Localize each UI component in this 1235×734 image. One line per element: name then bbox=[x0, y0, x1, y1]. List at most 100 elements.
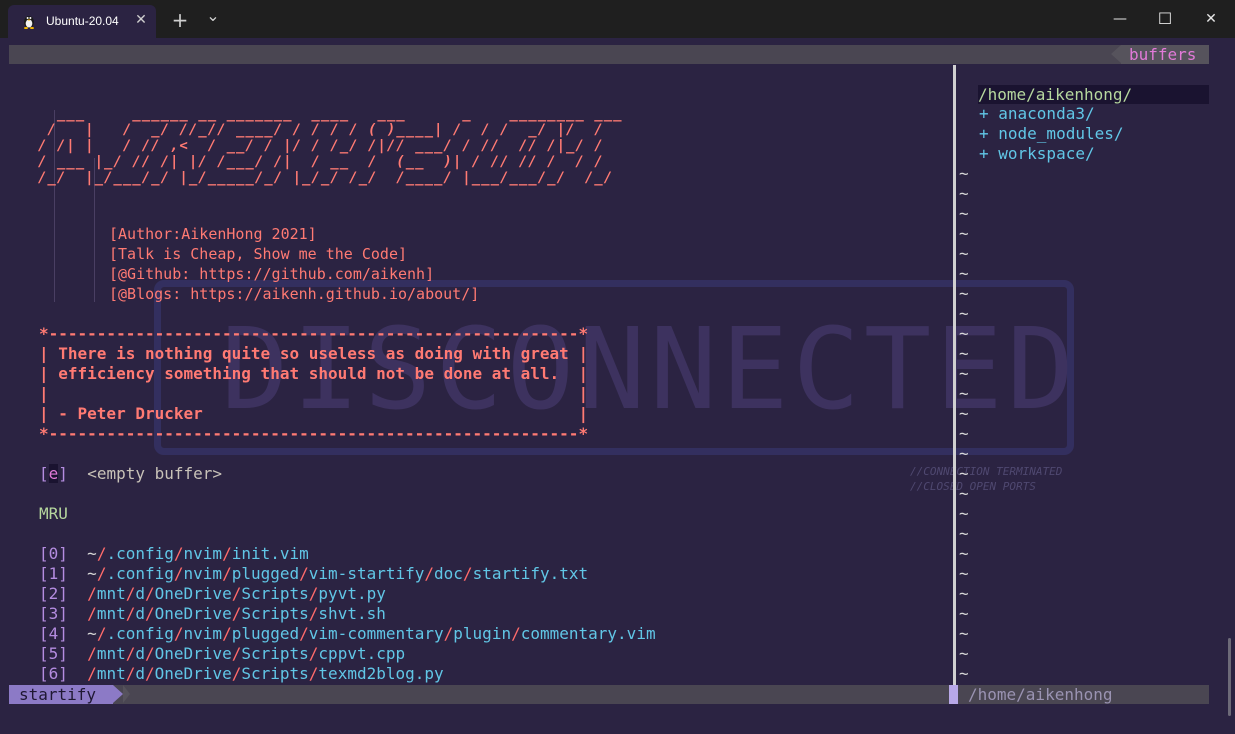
path-separator: / bbox=[173, 544, 184, 563]
tab-close-icon[interactable]: ✕ bbox=[132, 11, 150, 29]
path-segment: startify.txt bbox=[472, 564, 589, 583]
maximize-button[interactable]: ☐ bbox=[1142, 0, 1188, 38]
path-segment: nvim bbox=[183, 624, 223, 643]
path-segment: init.vim bbox=[231, 544, 309, 563]
tilde-line: ~ bbox=[959, 544, 969, 563]
watermark-note: //CONNECTION TERMINATED //CLOSED OPEN PO… bbox=[910, 465, 1063, 493]
path-separator: / bbox=[308, 664, 319, 683]
terminal-scrollbar[interactable] bbox=[1228, 638, 1231, 716]
path-segment: plugin bbox=[453, 624, 512, 643]
header-motto: [Talk is Cheap, Show me the Code] bbox=[109, 245, 408, 263]
mru-index: [0] bbox=[39, 544, 68, 563]
path-separator: / bbox=[87, 644, 97, 663]
path-separator: / bbox=[231, 604, 242, 623]
path-separator: / bbox=[125, 584, 136, 603]
path-segment: ~ bbox=[87, 544, 97, 563]
path-segment: .config bbox=[106, 624, 174, 643]
tilde-line: ~ bbox=[959, 304, 969, 323]
tilde-line: ~ bbox=[959, 384, 969, 403]
tux-linux-icon bbox=[24, 16, 34, 29]
path-segment: mnt bbox=[96, 584, 126, 603]
tab-dropdown-icon[interactable]: ⌄ bbox=[203, 6, 223, 26]
close-window-button[interactable]: ✕ bbox=[1188, 0, 1234, 38]
path-separator: / bbox=[308, 584, 319, 603]
ascii-line: / /| | / // ,< / __/ / |/ / /_/ /|// ___… bbox=[38, 138, 614, 154]
path-segment: nvim bbox=[183, 564, 223, 583]
mru-item[interactable]: [4] ~/.config/nvim/plugged/vim-commentar… bbox=[39, 624, 656, 644]
mru-item[interactable]: [5] /mnt/d/OneDrive/Scripts/cppvt.cpp bbox=[39, 644, 405, 664]
tilde-line: ~ bbox=[959, 284, 969, 303]
path-segment: cppvt.cpp bbox=[318, 644, 406, 663]
path-separator: / bbox=[424, 564, 435, 583]
tree-item-node-modules[interactable]: + node_modules/ bbox=[979, 124, 1124, 144]
path-separator: / bbox=[125, 604, 136, 623]
path-segment: ~ bbox=[87, 624, 97, 643]
key-bracket-open: [ bbox=[39, 464, 49, 483]
path-separator: / bbox=[299, 564, 309, 583]
path-separator: / bbox=[125, 644, 136, 663]
empty-buffer-key: e bbox=[48, 464, 59, 483]
path-segment: nvim bbox=[183, 544, 223, 563]
tilde-line: ~ bbox=[959, 564, 969, 583]
quote-border-bottom: *---------------------------------------… bbox=[39, 424, 589, 443]
tilde-line: ~ bbox=[959, 584, 969, 603]
path-separator: / bbox=[145, 644, 155, 663]
path-segment: plugged bbox=[231, 564, 300, 583]
terminal-area[interactable]: buffers DISCONNECTED //CONNECTION TERMIN… bbox=[0, 38, 1235, 734]
terminal-tab[interactable]: Ubuntu-20.04 ✕ bbox=[8, 5, 156, 38]
minimize-button[interactable]: — bbox=[1097, 0, 1143, 38]
tabline-separator-icon bbox=[1111, 45, 1121, 63]
mru-item[interactable]: [0] ~/.config/nvim/init.vim bbox=[39, 544, 309, 564]
tree-root[interactable]: /home/aikenhong/ bbox=[978, 85, 1209, 104]
vertical-split-border[interactable] bbox=[953, 65, 956, 695]
tilde-line: ~ bbox=[959, 644, 969, 663]
path-segment: texmd2blog.py bbox=[318, 664, 444, 683]
new-tab-button[interactable]: + bbox=[170, 10, 190, 30]
ascii-line: / ___ |_/ // /| |/ /___/ /| / __ / (__ )… bbox=[38, 154, 623, 170]
statusline: startify /home/aikenhong bbox=[9, 685, 1209, 704]
path-segment: OneDrive bbox=[154, 604, 232, 623]
path-segment: mnt bbox=[96, 664, 126, 683]
path-separator: / bbox=[96, 624, 107, 643]
status-separator-thin-icon bbox=[123, 685, 130, 703]
path-segment: shvt.sh bbox=[318, 604, 386, 623]
quote-line-2: | efficiency something that should not b… bbox=[39, 364, 589, 383]
path-segment: pyvt.py bbox=[318, 584, 386, 603]
mru-item[interactable]: [3] /mnt/d/OneDrive/Scripts/shvt.sh bbox=[39, 604, 386, 624]
mru-item[interactable]: [2] /mnt/d/OneDrive/Scripts/pyvt.py bbox=[39, 584, 386, 604]
status-mode: startify bbox=[9, 685, 113, 704]
path-segment: OneDrive bbox=[154, 664, 232, 683]
path-separator: / bbox=[145, 604, 155, 623]
tilde-line: ~ bbox=[959, 324, 969, 343]
mru-index: [5] bbox=[39, 644, 68, 663]
path-separator: / bbox=[308, 644, 319, 663]
tilde-line: ~ bbox=[959, 244, 969, 263]
quote-border-top: *---------------------------------------… bbox=[39, 324, 589, 343]
buffers-label: buffers bbox=[1121, 45, 1209, 64]
path-separator: / bbox=[173, 564, 184, 583]
path-separator: / bbox=[222, 624, 232, 643]
window-titlebar: Ubuntu-20.04 ✕ + ⌄ — ☐ ✕ bbox=[0, 0, 1235, 38]
empty-buffer-entry[interactable]: [e] <empty buffer> bbox=[39, 464, 222, 484]
header-github: [@Github: https://github.com/aikenh] bbox=[109, 265, 435, 283]
mru-item[interactable]: [6] /mnt/d/OneDrive/Scripts/texmd2blog.p… bbox=[39, 664, 444, 684]
path-segment: d bbox=[135, 664, 145, 683]
tree-item-workspace[interactable]: + workspace/ bbox=[979, 144, 1095, 164]
path-separator: / bbox=[231, 664, 242, 683]
path-segment: .config bbox=[106, 544, 174, 563]
path-separator: / bbox=[87, 604, 97, 623]
ascii-banner: ___ ______ __ _______ ____ ___ _ _______… bbox=[38, 106, 641, 186]
path-segment: mnt bbox=[96, 644, 126, 663]
tilde-line: ~ bbox=[959, 464, 969, 483]
tilde-line: ~ bbox=[959, 664, 969, 683]
tilde-line: ~ bbox=[959, 444, 969, 463]
tilde-line: ~ bbox=[959, 164, 969, 183]
mru-index: [1] bbox=[39, 564, 68, 583]
tree-item-anaconda3[interactable]: + anaconda3/ bbox=[979, 104, 1095, 124]
quote-line-1: | There is nothing quite so useless as d… bbox=[39, 344, 589, 363]
path-separator: / bbox=[145, 664, 155, 683]
empty-buffer-label: <empty buffer> bbox=[87, 464, 223, 483]
status-separator-icon bbox=[113, 685, 123, 703]
mru-item[interactable]: [1] ~/.config/nvim/plugged/vim-startify/… bbox=[39, 564, 588, 584]
path-segment: Scripts bbox=[241, 604, 309, 623]
